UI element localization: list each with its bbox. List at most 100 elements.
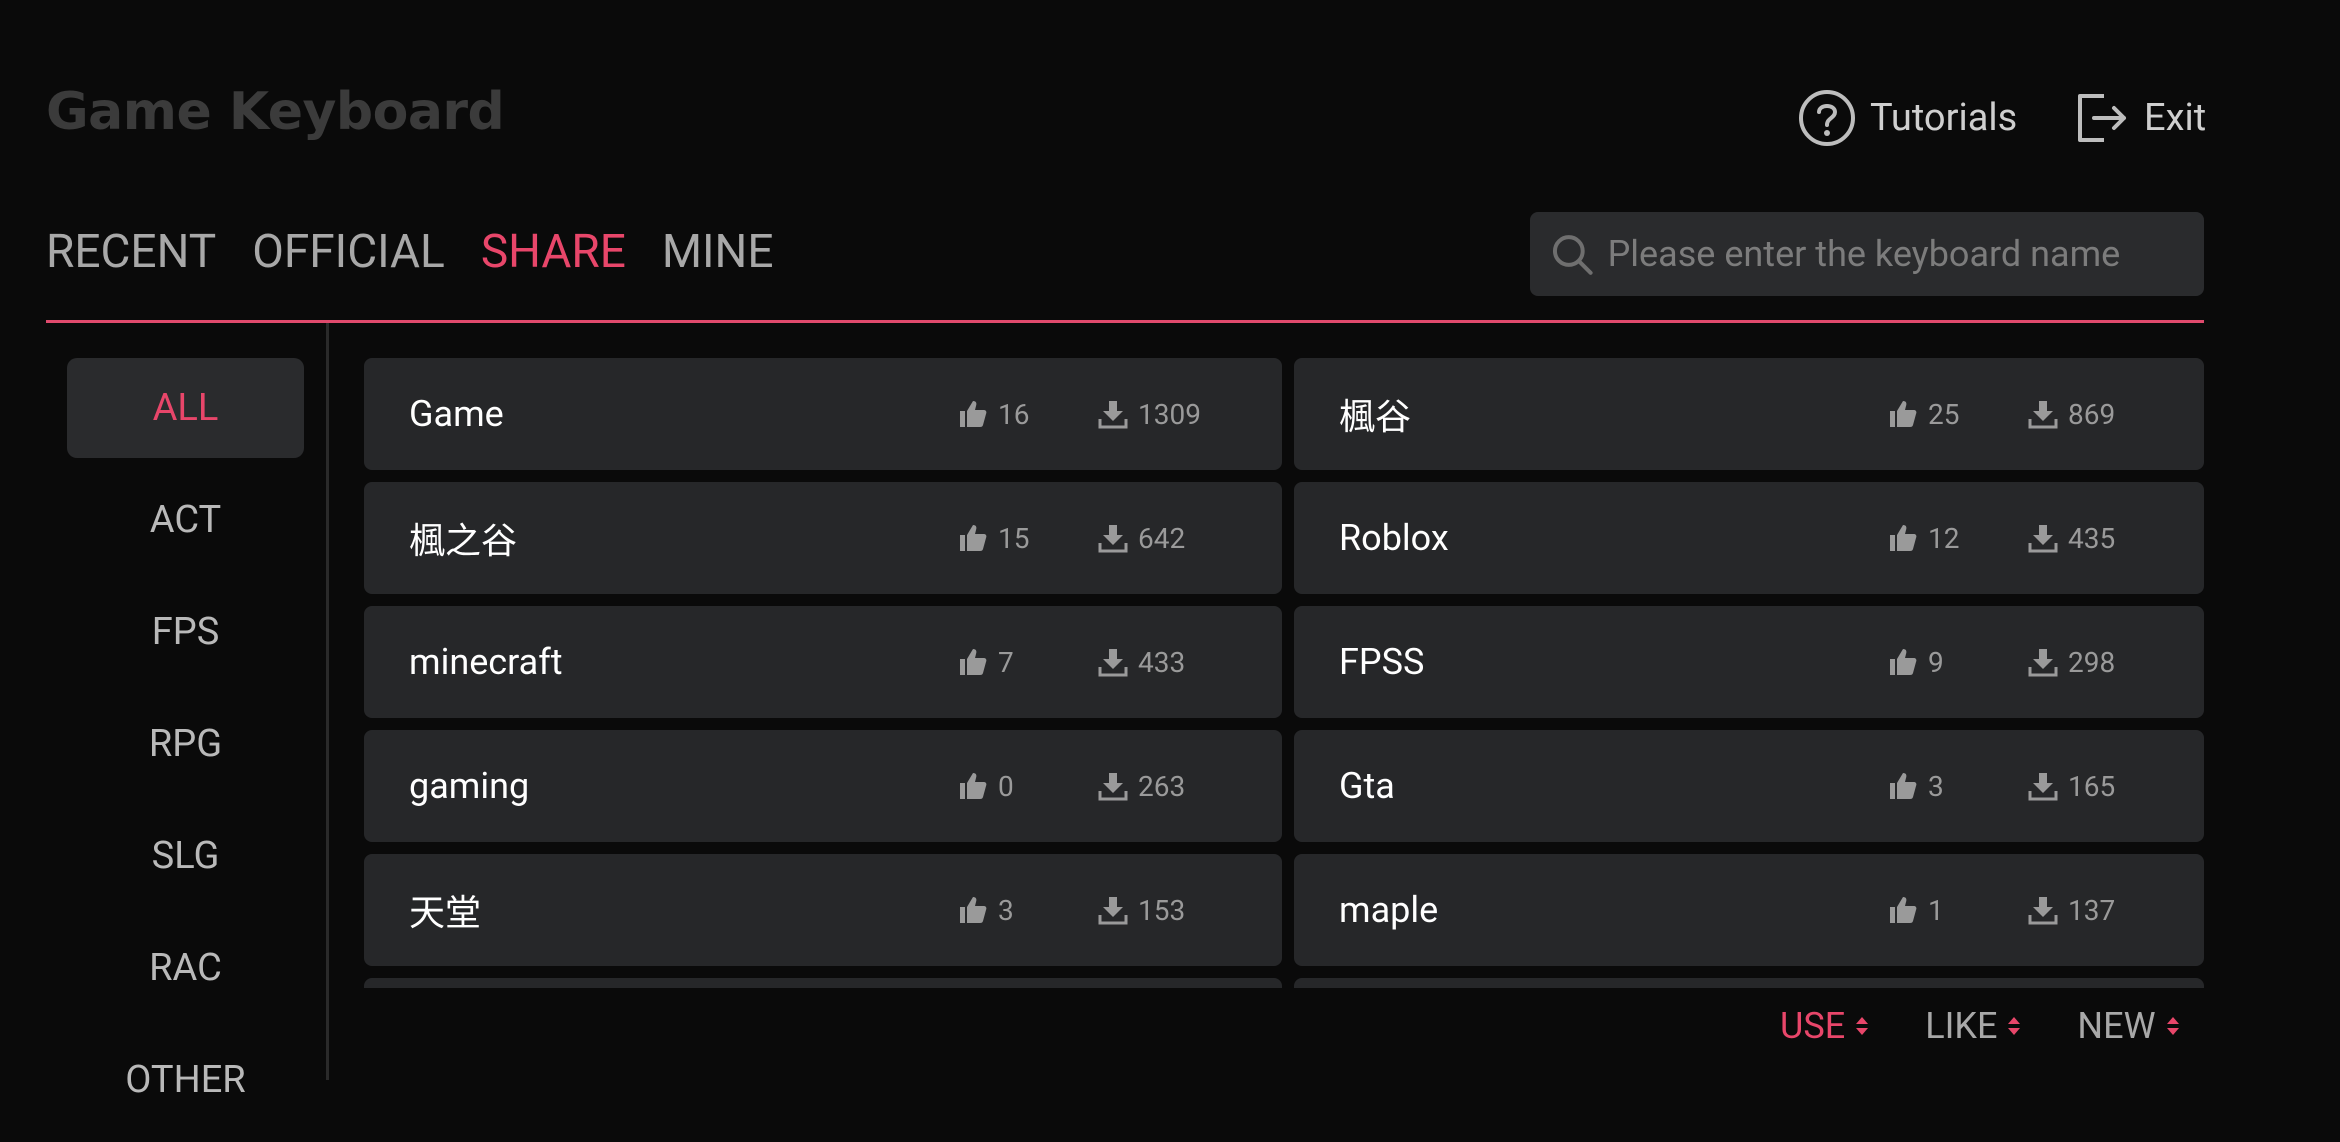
keyboard-name: Gta bbox=[1339, 765, 1395, 807]
like-count: 16 bbox=[958, 398, 1029, 431]
download-count-value: 165 bbox=[2068, 769, 2116, 803]
sort-arrows-icon bbox=[1856, 1017, 1869, 1035]
thumbs-up-icon bbox=[1890, 525, 1917, 551]
keyboard-name: Roblox bbox=[1339, 517, 1449, 559]
keyboard-card[interactable]: Gta 3 165 bbox=[1294, 730, 2204, 842]
download-count: 153 bbox=[1098, 894, 1185, 927]
search-box[interactable] bbox=[1530, 212, 2204, 296]
like-count: 3 bbox=[958, 894, 1014, 927]
tab-official[interactable]: OFFICIAL bbox=[252, 225, 445, 279]
download-count: 435 bbox=[2028, 522, 2115, 555]
download-icon bbox=[1098, 897, 1128, 925]
like-count-value: 9 bbox=[1928, 645, 1944, 679]
keyboard-card[interactable]: Game 16 1309 bbox=[364, 358, 1282, 470]
tabs-divider bbox=[46, 320, 2204, 323]
download-count: 642 bbox=[1098, 522, 1185, 555]
sort-like-button[interactable]: LIKE bbox=[1925, 1005, 2023, 1047]
keyboard-name: FPSS bbox=[1339, 641, 1425, 683]
search-icon bbox=[1552, 235, 1593, 275]
sidebar-item-rpg[interactable]: RPG bbox=[67, 694, 304, 794]
thumbs-up-icon bbox=[1890, 401, 1917, 427]
download-count: 298 bbox=[2028, 646, 2115, 679]
keyboard-name: 天堂 bbox=[409, 892, 482, 934]
exit-icon bbox=[2078, 94, 2126, 142]
keyboard-card[interactable]: gaming 0 263 bbox=[364, 730, 1282, 842]
download-count-value: 435 bbox=[2068, 521, 2116, 555]
keyboard-grid: Game 16 1309 楓谷 25 869 楓之谷 15 642 Roblox 12 435 mine… bbox=[364, 358, 2204, 988]
download-count-value: 1309 bbox=[1138, 397, 1201, 431]
tab-recent[interactable]: RECENT bbox=[46, 225, 216, 279]
tab-share[interactable]: SHARE bbox=[481, 225, 626, 279]
sidebar-divider bbox=[326, 323, 329, 1080]
thumbs-up-icon bbox=[960, 773, 987, 799]
sort-arrows-icon bbox=[2008, 1017, 2021, 1035]
keyboard-card[interactable] bbox=[1294, 978, 2204, 988]
sidebar-item-all[interactable]: ALL bbox=[67, 358, 304, 458]
sidebar-item-slg[interactable]: SLG bbox=[67, 806, 304, 906]
like-count-value: 0 bbox=[998, 769, 1014, 803]
sort-bar: USE LIKE NEW bbox=[1780, 1005, 2182, 1047]
download-icon bbox=[2028, 525, 2058, 553]
keyboard-name: minecraft bbox=[409, 641, 563, 683]
download-count-value: 433 bbox=[1138, 645, 1186, 679]
keyboard-card[interactable] bbox=[364, 978, 1282, 988]
like-count-value: 3 bbox=[998, 893, 1014, 927]
exit-button[interactable]: Exit bbox=[2074, 90, 2206, 146]
sidebar-item-fps[interactable]: FPS bbox=[67, 582, 304, 682]
tutorials-button[interactable]: Tutorials bbox=[1798, 90, 2017, 146]
download-count: 165 bbox=[2028, 770, 2115, 803]
like-count-value: 1 bbox=[1928, 893, 1944, 927]
download-count: 433 bbox=[1098, 646, 1185, 679]
like-count: 3 bbox=[1888, 770, 1944, 803]
sort-new-label: NEW bbox=[2077, 1005, 2156, 1047]
download-count-value: 298 bbox=[2068, 645, 2116, 679]
genre-sidebar: ALL ACT FPS RPG SLG RAC OTHER bbox=[67, 358, 304, 1142]
sort-new-button[interactable]: NEW bbox=[2077, 1005, 2181, 1047]
download-count-value: 263 bbox=[1138, 769, 1186, 803]
keyboard-card[interactable]: FPSS 9 298 bbox=[1294, 606, 2204, 718]
keyboard-card[interactable]: 天堂 3 153 bbox=[364, 854, 1282, 966]
like-count-value: 16 bbox=[998, 397, 1030, 431]
sort-use-button[interactable]: USE bbox=[1780, 1005, 1871, 1047]
like-count: 7 bbox=[958, 646, 1014, 679]
sort-use-label: USE bbox=[1780, 1005, 1846, 1047]
thumbs-up-icon bbox=[1890, 773, 1917, 799]
like-count: 12 bbox=[1888, 522, 1959, 555]
keyboard-card[interactable]: maple 1 137 bbox=[1294, 854, 2204, 966]
download-icon bbox=[1098, 649, 1128, 677]
keyboard-card[interactable]: 楓谷 25 869 bbox=[1294, 358, 2204, 470]
keyboard-name: 楓之谷 bbox=[409, 520, 518, 562]
tab-mine[interactable]: MINE bbox=[662, 225, 774, 279]
sidebar-item-act[interactable]: ACT bbox=[67, 470, 304, 570]
keyboard-card[interactable]: Roblox 12 435 bbox=[1294, 482, 2204, 594]
download-icon bbox=[2028, 401, 2058, 429]
sidebar-item-other[interactable]: OTHER bbox=[67, 1030, 304, 1130]
download-count-value: 153 bbox=[1138, 893, 1186, 927]
app-logo-title: Game Keyboard bbox=[46, 82, 505, 142]
like-count: 9 bbox=[1888, 646, 1944, 679]
like-count-value: 12 bbox=[1928, 521, 1960, 555]
download-count: 1309 bbox=[1098, 398, 1201, 431]
thumbs-up-icon bbox=[960, 401, 987, 427]
like-count-value: 15 bbox=[998, 521, 1030, 555]
sort-like-label: LIKE bbox=[1925, 1005, 1998, 1047]
download-icon bbox=[2028, 773, 2058, 801]
like-count-value: 7 bbox=[998, 645, 1014, 679]
thumbs-up-icon bbox=[1890, 649, 1917, 675]
download-icon bbox=[2028, 649, 2058, 677]
keyboard-name: 楓谷 bbox=[1339, 396, 1412, 438]
download-count: 263 bbox=[1098, 770, 1185, 803]
search-input[interactable] bbox=[1605, 232, 2204, 276]
download-icon bbox=[1098, 525, 1128, 553]
sort-arrows-icon bbox=[2166, 1017, 2179, 1035]
keyboard-card[interactable]: 楓之谷 15 642 bbox=[364, 482, 1282, 594]
tutorials-label: Tutorials bbox=[1870, 96, 2018, 140]
sidebar-item-rac[interactable]: RAC bbox=[67, 918, 304, 1018]
like-count: 15 bbox=[958, 522, 1029, 555]
keyboard-card[interactable]: minecraft 7 433 bbox=[364, 606, 1282, 718]
like-count: 25 bbox=[1888, 398, 1959, 431]
download-count-value: 642 bbox=[1138, 521, 1186, 555]
keyboard-name: gaming bbox=[409, 765, 530, 807]
like-count: 1 bbox=[1888, 894, 1944, 927]
keyboard-name: Game bbox=[409, 393, 504, 435]
